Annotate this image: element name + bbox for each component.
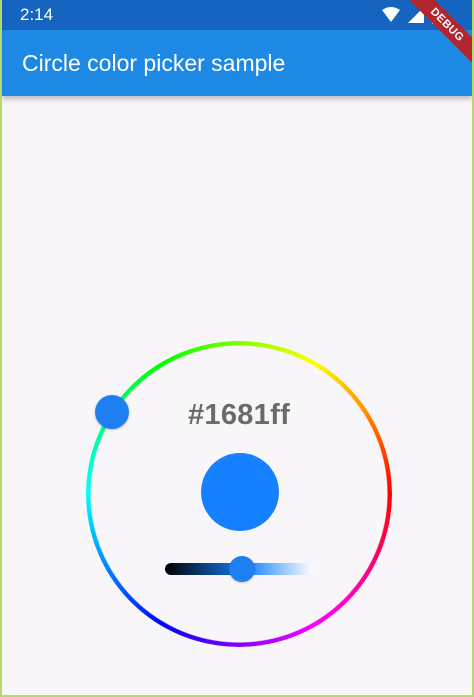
color-preview-swatch <box>201 453 279 531</box>
status-time: 2:14 <box>20 5 54 24</box>
status-icons <box>382 6 442 24</box>
app-screen: 2:14 Circle color picker sample DEBUG #1… <box>0 0 474 697</box>
circle-color-picker: #1681ff <box>86 341 392 647</box>
lightness-slider-knob[interactable] <box>229 556 255 582</box>
status-bar: 2:14 <box>2 0 472 30</box>
app-bar: Circle color picker sample <box>2 30 472 96</box>
hex-value-label: #1681ff <box>187 399 291 431</box>
battery-icon <box>432 6 442 24</box>
signal-icon <box>408 7 424 23</box>
wifi-icon <box>382 7 400 22</box>
lightness-slider[interactable] <box>165 556 313 582</box>
app-bar-title: Circle color picker sample <box>22 49 286 76</box>
